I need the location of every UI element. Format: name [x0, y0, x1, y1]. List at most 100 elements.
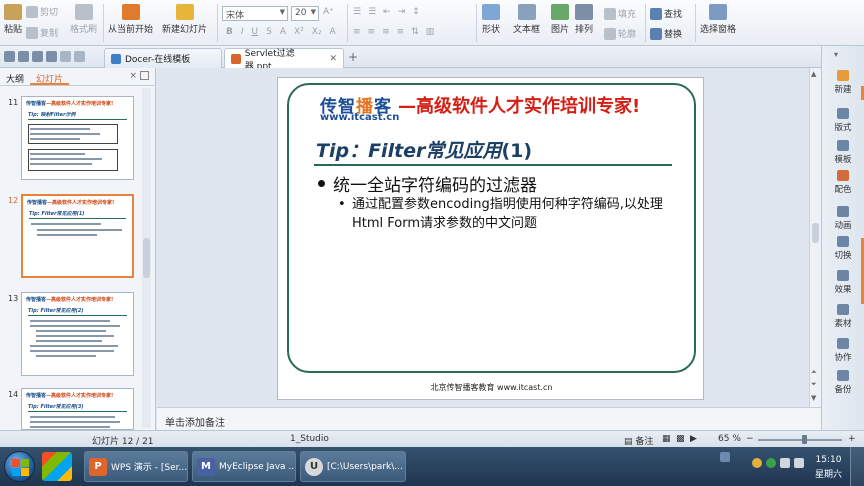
copy-button[interactable]: 复制 — [26, 26, 58, 39]
clock[interactable]: 15:10 星期六 — [815, 453, 842, 483]
network-icon[interactable] — [780, 458, 790, 468]
slide-thumbnail-selected[interactable]: 传智播客—高级软件人才实作培训专家! Tip: Filter常见应用(1) — [21, 194, 134, 278]
task-collaborate[interactable]: 协作 — [822, 338, 864, 363]
scroll-down-icon[interactable]: ▼ — [811, 394, 816, 402]
align-center-icon[interactable]: ≡ — [368, 27, 376, 37]
input-method-icon[interactable] — [720, 452, 730, 462]
textbox-button[interactable]: 文本框 — [513, 4, 540, 35]
line-spacing-icon[interactable]: ↕ — [412, 7, 420, 17]
font-color-icon[interactable]: A — [330, 27, 336, 37]
canvas-scrollbar[interactable]: ▲ ⏶ ⏷ ▼ — [809, 68, 821, 407]
taskbar-explorer[interactable]: U [C:\Users\park\... — [300, 451, 406, 482]
redo-icon[interactable] — [74, 51, 85, 62]
cut-button[interactable]: 剪切 — [26, 5, 58, 18]
current-slide[interactable]: 传智播客 www.itcast.cn —高级软件人才实作培训专家! Tip：Fi… — [277, 77, 704, 400]
shapes-button[interactable]: 形状 — [482, 4, 500, 35]
justify-icon[interactable]: ≡ — [397, 27, 405, 37]
superscript-icon[interactable]: X² — [294, 27, 304, 37]
notes-pane[interactable]: 单击添加备注 — [157, 407, 821, 430]
tab-slides[interactable]: 幻灯片 — [30, 68, 70, 85]
slide-title[interactable]: Tip：Filter常见应用(1) — [316, 136, 532, 163]
prev-slide-icon[interactable]: ⏶ — [811, 368, 817, 377]
indent-icon[interactable]: ⇥ — [398, 7, 406, 17]
text-direction-icon[interactable]: ⇅ — [411, 27, 419, 37]
bullet-level-1[interactable]: 统一全站字符编码的过滤器 — [318, 171, 537, 196]
align-right-icon[interactable]: ≡ — [382, 27, 390, 37]
new-slide-button[interactable]: 新建幻灯片 — [162, 4, 207, 35]
columns-icon[interactable]: ▥ — [426, 27, 435, 37]
paste-button[interactable]: 粘贴 — [4, 4, 22, 35]
slide-thumbnail[interactable]: 传智播客—高级软件人才实作培训专家! Tip: 映射Filter示例 — [21, 96, 134, 180]
slide-thumbnail[interactable]: 传智播客—高级软件人才实作培训专家! Tip: Filter常见应用(3) — [21, 388, 134, 430]
find-button[interactable]: 查找 — [650, 7, 682, 20]
outdent-icon[interactable]: ⇤ — [383, 7, 391, 17]
zoom-in-icon[interactable]: + — [848, 434, 856, 444]
task-layout[interactable]: 版式 — [822, 108, 864, 133]
replace-button[interactable]: 替换 — [650, 27, 682, 40]
task-new[interactable]: 新建 — [822, 70, 864, 95]
bold-icon[interactable]: B — [226, 27, 233, 37]
pane-menu-icon[interactable]: ▾ — [834, 50, 838, 59]
start-button[interactable] — [4, 451, 35, 482]
scrollbar-thumb[interactable] — [812, 223, 819, 243]
numbered-list-icon[interactable]: ☰ — [368, 7, 376, 17]
subscript-icon[interactable]: X₂ — [312, 27, 322, 37]
slide-editor-canvas: 传智播客 www.itcast.cn —高级软件人才实作培训专家! Tip：Fi… — [157, 68, 821, 407]
shadow-icon[interactable]: S — [266, 27, 272, 37]
task-effects[interactable]: 效果 — [822, 270, 864, 295]
save-icon[interactable] — [32, 51, 43, 62]
font-size-select[interactable]: 20 ▼ — [291, 6, 319, 21]
align-left-icon[interactable]: ≡ — [353, 27, 361, 37]
scroll-up-icon[interactable]: ▲ — [811, 70, 816, 78]
zoom-slider-thumb[interactable] — [802, 435, 808, 444]
scrollbar-thumb[interactable] — [143, 238, 150, 278]
tray-app-icon[interactable] — [752, 458, 762, 468]
show-desktop-button[interactable] — [850, 447, 864, 486]
new-tab-icon[interactable]: + — [348, 50, 358, 64]
thumbnail-scrollbar[interactable] — [142, 88, 151, 428]
task-backup[interactable]: 备份 — [822, 370, 864, 395]
taskbar-myeclipse[interactable]: M MyEclipse Java ... — [192, 451, 296, 482]
zoom-out-icon[interactable]: − — [746, 434, 754, 444]
sorter-view-icon[interactable]: ▩ — [676, 434, 685, 444]
taskbar-wps[interactable]: P WPS 演示 - [Ser... — [84, 451, 188, 482]
play-icon[interactable]: ▶ — [690, 434, 697, 444]
font-name-select[interactable]: 宋体 ▼ — [222, 6, 288, 21]
font-grow-button[interactable]: A⁺ — [323, 7, 334, 17]
bullet-list-icon[interactable]: ☰ — [353, 7, 361, 17]
volume-icon[interactable] — [794, 458, 804, 468]
notes-toggle[interactable]: ▤ 备注 — [624, 434, 653, 447]
tab-docer-templates[interactable]: Docer-在线模板 — [104, 48, 222, 68]
normal-view-icon[interactable]: ▦ — [662, 434, 671, 444]
picture-button[interactable]: 图片 — [551, 4, 569, 35]
arrange-button[interactable]: 排列 — [575, 4, 593, 35]
tray-app-icon[interactable] — [766, 458, 776, 468]
from-current-button[interactable]: 从当前开始 — [108, 4, 153, 35]
new-icon — [837, 70, 849, 81]
format-painter-button[interactable]: 格式刷 — [70, 4, 97, 35]
maximize-icon[interactable] — [140, 71, 149, 80]
next-slide-icon[interactable]: ⏷ — [811, 380, 817, 389]
undo-icon[interactable] — [60, 51, 71, 62]
fill-button[interactable]: 填充 — [604, 7, 636, 20]
strikethrough-icon[interactable]: A — [280, 27, 286, 37]
task-template[interactable]: 模板 — [822, 140, 864, 165]
task-transition[interactable]: 切换 — [822, 236, 864, 261]
italic-icon[interactable]: I — [241, 27, 244, 37]
task-animation[interactable]: 动画 — [822, 206, 864, 231]
new-file-icon[interactable] — [4, 51, 15, 62]
close-icon[interactable]: ✕ — [329, 54, 337, 64]
slide-thumbnail[interactable]: 传智播客—高级软件人才实作培训专家! Tip: Filter常见应用(2) — [21, 292, 134, 376]
underline-icon[interactable]: U — [252, 27, 259, 37]
media-player-icon[interactable] — [42, 452, 72, 481]
print-icon[interactable] — [46, 51, 57, 62]
open-file-icon[interactable] — [18, 51, 29, 62]
task-materials[interactable]: 素材 — [822, 304, 864, 329]
outline-button[interactable]: 轮廓 — [604, 27, 636, 40]
zoom-slider[interactable] — [758, 439, 842, 441]
select-pane-button[interactable]: 选择窗格 — [700, 4, 736, 35]
tab-servlet-ppt[interactable]: Servlet过滤器.ppt ✕ — [224, 48, 344, 72]
close-icon[interactable]: × — [129, 71, 137, 81]
tab-outline[interactable]: 大纲 — [0, 68, 30, 85]
task-colors[interactable]: 配色 — [822, 170, 864, 195]
